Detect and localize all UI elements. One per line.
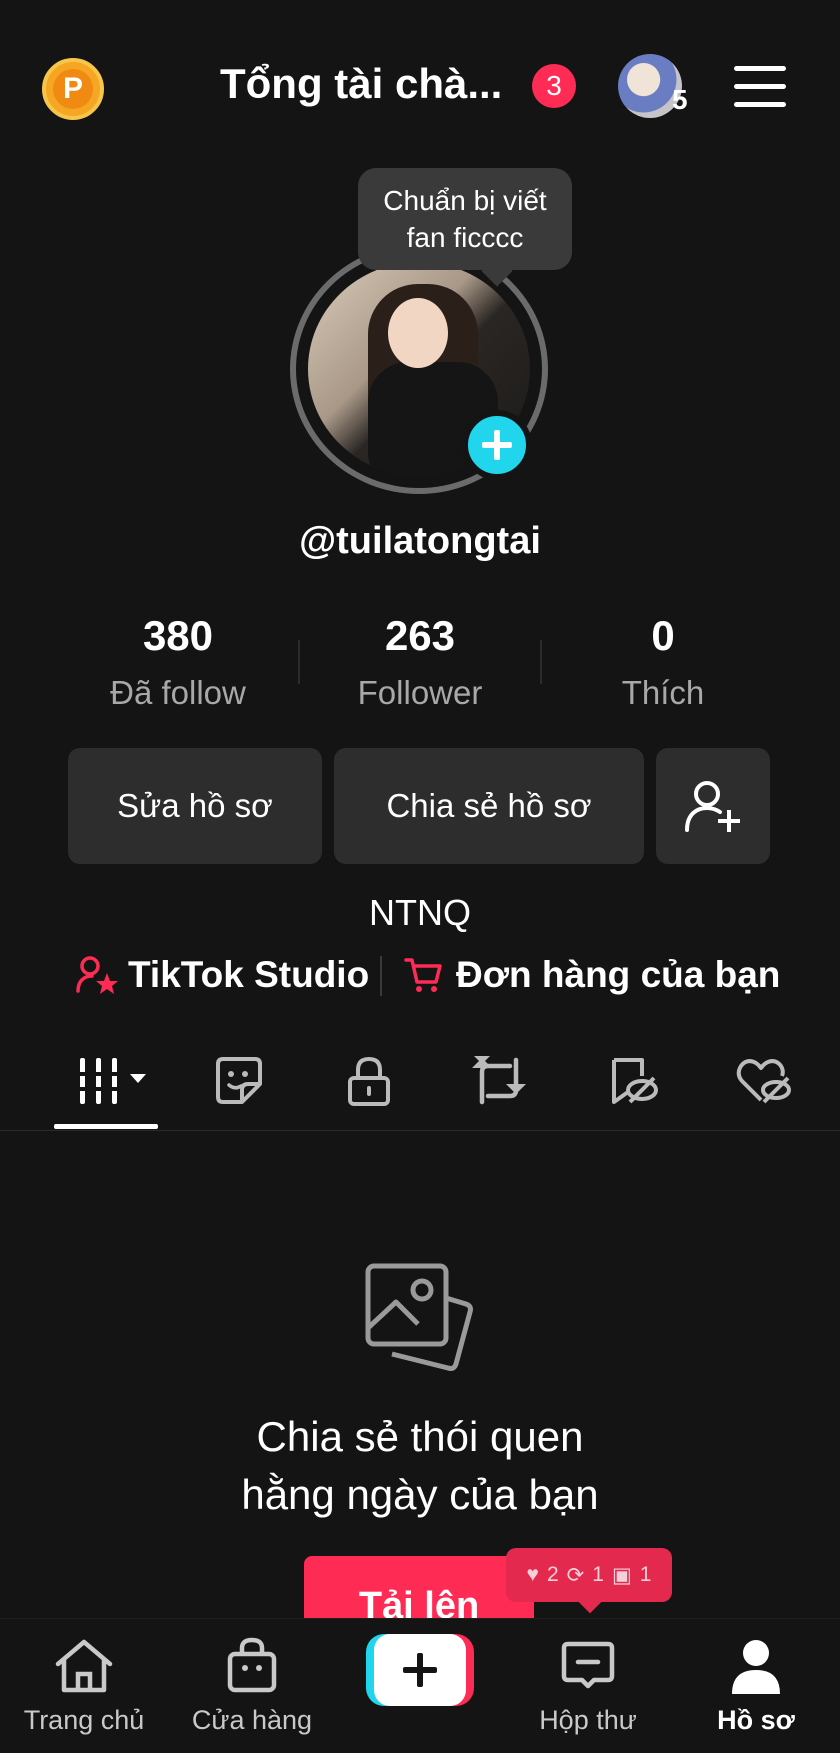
account-count: 5 — [672, 84, 688, 115]
repost-small-icon: ⟳ — [566, 1563, 585, 1587]
orders-link-label: Đơn hàng của bạn — [456, 954, 781, 995]
plus-icon — [403, 1653, 437, 1687]
creator-star-icon — [76, 956, 118, 994]
stat-label: Đã follow — [110, 674, 246, 711]
edit-profile-button[interactable]: Sửa hồ sơ — [68, 748, 322, 864]
nav-shop-label: Cửa hàng — [191, 1705, 313, 1735]
stat-label: Follower — [357, 674, 483, 711]
username: @tuilatongtai — [299, 520, 541, 562]
home-icon — [55, 1639, 113, 1693]
nav-inbox-label: Hộp thư — [539, 1705, 637, 1735]
nav-inbox[interactable]: Hộp thư — [504, 1636, 672, 1736]
tab-favorites[interactable] — [596, 1046, 666, 1116]
add-friend-button[interactable] — [656, 748, 770, 864]
toast-reposts: 1 — [592, 1563, 604, 1586]
cart-icon — [404, 958, 442, 992]
lock-icon — [348, 1056, 390, 1106]
sticker-icon — [216, 1057, 262, 1104]
tab-videos[interactable] — [74, 1046, 154, 1116]
photo-icon — [365, 1263, 473, 1371]
toast-likes: 2 — [546, 1563, 559, 1586]
nav-profile-label: Hồ sơ — [717, 1705, 795, 1735]
menu-icon[interactable] — [734, 66, 786, 108]
shopping-bag-icon — [227, 1637, 277, 1693]
message-small-icon: ▣ — [611, 1563, 632, 1587]
add-user-icon — [685, 781, 740, 832]
plus-icon — [482, 430, 512, 460]
link-divider — [380, 956, 382, 996]
nav-profile[interactable]: Hồ sơ — [672, 1636, 840, 1736]
tab-private[interactable] — [334, 1046, 404, 1116]
liked-hidden-icon — [736, 1059, 791, 1104]
coin-label: P — [53, 69, 93, 109]
notification-badge[interactable]: 3 — [532, 64, 576, 108]
stat-followers[interactable]: 263 Follower — [300, 612, 540, 712]
activity-toast[interactable]: ♥ 2 ⟳ 1 ▣ 1 — [506, 1548, 672, 1602]
tabs-divider — [0, 1130, 840, 1131]
profile-icon — [732, 1640, 780, 1694]
inbox-icon — [561, 1641, 615, 1689]
empty-line-1: Chia sẻ thói quen — [256, 1413, 584, 1460]
stat-value: 263 — [384, 612, 456, 659]
profile-bio: NTNQ — [369, 892, 471, 933]
stat-label: Thích — [621, 674, 705, 711]
toast-messages: 1 — [639, 1563, 652, 1586]
add-avatar-button[interactable] — [462, 410, 532, 480]
share-profile-button[interactable]: Chia sẻ hồ sơ — [334, 748, 644, 864]
empty-state-title: Chia sẻ thói quen hằng ngày của bạn — [0, 1408, 840, 1524]
stat-value: 0 — [651, 612, 675, 659]
repost-icon — [472, 1056, 526, 1105]
stat-divider — [540, 640, 542, 684]
tab-liked[interactable] — [728, 1046, 798, 1116]
saved-hidden-icon — [612, 1058, 658, 1104]
tiktok-studio-link[interactable]: TikTok Studio — [76, 954, 369, 996]
stat-value: 380 — [142, 612, 214, 659]
active-tab-indicator — [54, 1124, 158, 1129]
coin-icon[interactable]: P — [42, 58, 104, 120]
nav-home-label: Trang chủ — [23, 1705, 145, 1735]
nav-home[interactable]: Trang chủ — [0, 1636, 168, 1736]
tab-reposts[interactable] — [464, 1046, 534, 1116]
create-button[interactable] — [366, 1634, 474, 1706]
nav-shop[interactable]: Cửa hàng — [168, 1636, 336, 1736]
heart-icon: ♥ — [526, 1563, 539, 1586]
studio-link-label: TikTok Studio — [128, 954, 370, 995]
tab-stickers[interactable] — [204, 1046, 274, 1116]
videos-grid-icon — [74, 1058, 146, 1104]
orders-link[interactable]: Đơn hàng của bạn — [404, 954, 780, 996]
stat-following[interactable]: 380 Đã follow — [58, 612, 298, 712]
account-switcher-title[interactable]: Tổng tài chà... — [220, 60, 502, 108]
stat-likes[interactable]: 0 Thích — [543, 612, 783, 712]
status-note-bubble[interactable]: Chuẩn bị viết fan ficccc — [358, 168, 572, 270]
empty-line-2: hằng ngày của bạn — [241, 1471, 599, 1518]
